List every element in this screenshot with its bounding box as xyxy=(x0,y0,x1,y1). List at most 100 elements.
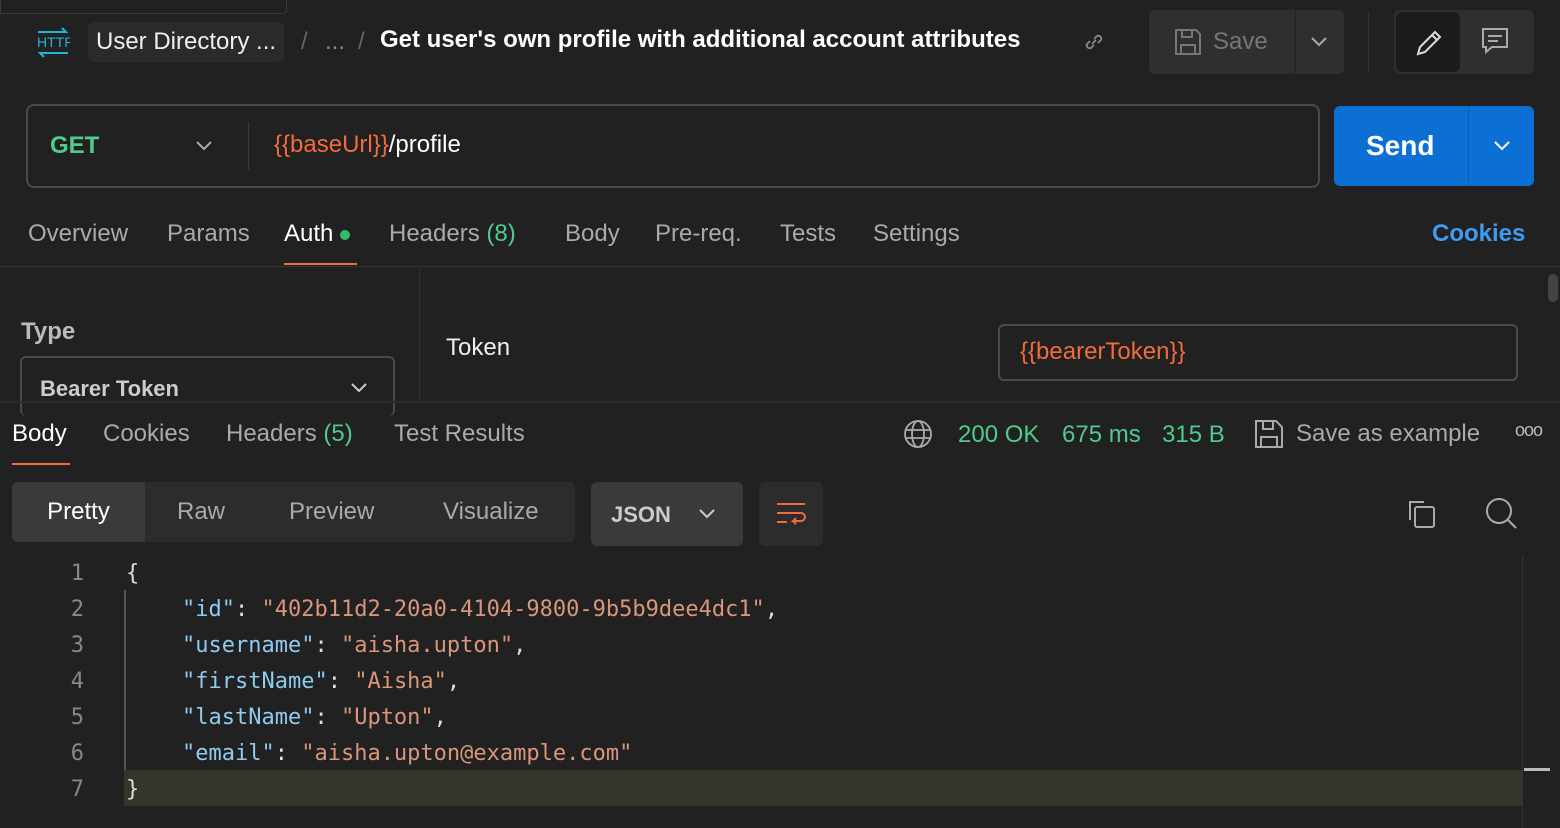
tab-tests[interactable]: Tests xyxy=(780,220,836,248)
wrap-lines-button[interactable] xyxy=(759,482,823,546)
code-line: "id": "402b11d2-20a0-4104-9800-9b5b9dee4… xyxy=(182,597,779,622)
response-time[interactable]: 675 ms xyxy=(1062,421,1141,449)
breadcrumb-collection[interactable]: User Directory ... xyxy=(88,22,285,62)
tab-auth[interactable]: Auth xyxy=(284,220,351,248)
code-line: "username": "aisha.upton", xyxy=(182,633,527,658)
tab-label: Headers xyxy=(389,220,480,247)
window-frame xyxy=(0,0,287,14)
scrollbar[interactable] xyxy=(1524,768,1550,771)
search-icon[interactable] xyxy=(1484,496,1518,530)
method-select[interactable]: GET xyxy=(50,132,99,160)
http-icon: HTTP xyxy=(37,27,70,58)
format-select[interactable]: JSON xyxy=(591,482,743,546)
scrollbar[interactable] xyxy=(1548,274,1558,302)
line-number: 1 xyxy=(70,561,84,586)
line-number: 7 xyxy=(70,777,84,802)
save-button[interactable]: Save xyxy=(1149,10,1344,74)
auth-type-label: Type xyxy=(21,318,76,345)
response-body-editor[interactable]: 1 {2 "id": "402b11d2-20a0-4104-9800-9b5b9d… xyxy=(0,555,1520,825)
token-input[interactable]: {{bearerToken}} xyxy=(998,324,1518,381)
tab-params[interactable]: Params xyxy=(167,220,250,248)
tab-pre-req[interactable]: Pre-req. xyxy=(655,220,742,248)
response-tab-headers[interactable]: Headers (5) xyxy=(226,420,353,448)
cookies-link[interactable]: Cookies xyxy=(1432,220,1525,248)
code-line: "lastName": "Upton", xyxy=(182,705,447,730)
status-code[interactable]: 200 OK xyxy=(958,421,1039,449)
url-input[interactable]: {{baseUrl}}/profile xyxy=(274,131,461,159)
url-path: /profile xyxy=(388,131,461,158)
copy-icon[interactable] xyxy=(1406,498,1438,530)
code-line: "firstName": "Aisha", xyxy=(182,669,461,694)
url-variable: {{baseUrl}} xyxy=(274,131,389,158)
more-options-icon[interactable]: ooo xyxy=(1515,420,1543,441)
json-key: "username" xyxy=(182,633,315,658)
json-key: "lastName" xyxy=(182,705,315,730)
divider xyxy=(248,122,249,170)
auth-type-value: Bearer Token xyxy=(40,376,179,401)
auth-type-select[interactable]: Bearer Token xyxy=(20,356,395,416)
line-number: 6 xyxy=(70,741,84,766)
token-label: Token xyxy=(446,334,511,361)
svg-text:HTTP: HTTP xyxy=(37,34,70,50)
code-line: } xyxy=(126,777,140,802)
tab-settings[interactable]: Settings xyxy=(873,220,960,248)
view-toggle-group xyxy=(1394,10,1534,74)
response-tab-test-results[interactable]: Test Results xyxy=(394,420,525,448)
tab-headers[interactable]: Headers (8) xyxy=(389,220,516,248)
json-value: "Upton" xyxy=(340,705,434,730)
divider xyxy=(1368,12,1369,72)
response-tab-cookies[interactable]: Cookies xyxy=(103,420,190,448)
active-tab-indicator xyxy=(284,263,357,265)
breadcrumb-ellipsis[interactable]: ... xyxy=(325,28,345,56)
link-icon[interactable] xyxy=(1082,30,1106,54)
comment-icon[interactable] xyxy=(1480,26,1510,56)
send-button[interactable]: Send xyxy=(1334,106,1534,186)
json-value: "aisha.upton@example.com" xyxy=(301,741,633,766)
response-size[interactable]: 315 B xyxy=(1162,421,1225,449)
json-value: "402b11d2-20a0-4104-9800-9b5b9dee4dc1" xyxy=(261,597,765,622)
chevron-down-icon[interactable] xyxy=(1492,138,1512,154)
line-number: 5 xyxy=(70,705,84,730)
view-mode-preview[interactable]: Preview xyxy=(289,482,374,542)
code-line: "email": "aisha.upton@example.com" xyxy=(182,741,633,766)
send-label: Send xyxy=(1366,130,1435,161)
tab-label: Headers xyxy=(226,420,317,447)
tab-count: (5) xyxy=(323,420,353,447)
chevron-down-icon xyxy=(351,383,367,393)
status-dot xyxy=(340,229,351,240)
tab-body[interactable]: Body xyxy=(565,220,620,248)
minimap-divider xyxy=(1522,555,1523,828)
chevron-down-icon xyxy=(699,509,715,519)
edit-button[interactable] xyxy=(1396,12,1460,72)
globe-icon[interactable] xyxy=(903,419,933,449)
tab-label: Auth xyxy=(284,220,334,247)
chevron-down-icon[interactable] xyxy=(194,138,214,154)
save-as-example-button[interactable]: Save as example xyxy=(1296,420,1480,448)
code-line: { xyxy=(126,561,140,586)
save-label: Save xyxy=(1213,28,1268,55)
chevron-down-icon[interactable] xyxy=(1309,34,1329,50)
view-mode-visualize[interactable]: Visualize xyxy=(443,482,539,542)
url-bar xyxy=(26,104,1320,188)
format-value: JSON xyxy=(611,502,671,527)
pane-divider[interactable] xyxy=(0,401,1560,403)
active-tab-indicator xyxy=(12,463,70,465)
breadcrumb-separator: / xyxy=(301,28,308,55)
json-value: "aisha.upton" xyxy=(340,633,514,658)
page-title[interactable]: Get user's own profile with additional a… xyxy=(380,26,1020,54)
tab-overview[interactable]: Overview xyxy=(28,220,128,248)
save-icon xyxy=(1175,29,1201,55)
response-tab-body[interactable]: Body xyxy=(12,420,67,448)
line-number: 3 xyxy=(70,633,84,658)
save-icon xyxy=(1255,420,1283,448)
divider xyxy=(419,267,420,401)
json-value: "Aisha" xyxy=(354,669,447,694)
pencil-icon xyxy=(1416,30,1442,56)
json-key: "email" xyxy=(182,741,275,766)
json-key: "firstName" xyxy=(182,669,328,694)
wrap-icon xyxy=(777,503,806,525)
line-number: 4 xyxy=(70,669,84,694)
view-mode-raw[interactable]: Raw xyxy=(177,482,225,542)
view-mode-pretty[interactable]: Pretty xyxy=(12,482,145,542)
line-number: 2 xyxy=(70,597,84,622)
